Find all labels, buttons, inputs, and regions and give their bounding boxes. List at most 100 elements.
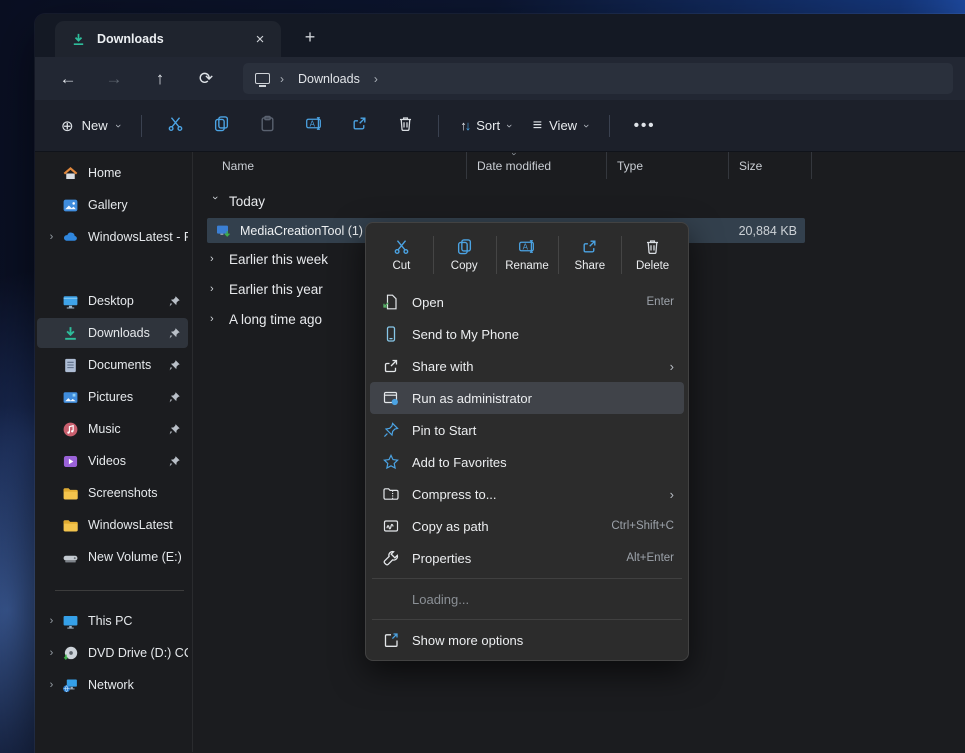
chevron-right-icon[interactable]: › — [44, 679, 59, 691]
sidebar-item-this-pc[interactable]: › This PC — [37, 606, 188, 636]
share-command-label: Share — [574, 260, 605, 272]
sidebar-item-windowslatest-folder[interactable]: WindowsLatest — [37, 510, 188, 540]
sidebar-item-network[interactable]: › Network — [37, 670, 188, 700]
breadcrumb-downloads[interactable]: Downloads — [294, 69, 364, 89]
column-header-date-modified[interactable]: › Date modified — [467, 152, 607, 179]
menu-item-show-more-options[interactable]: Show more options — [370, 624, 684, 656]
menu-item-open[interactable]: Open Enter — [370, 286, 684, 318]
sidebar-item-label: Downloads — [88, 326, 168, 340]
new-button[interactable]: ⊕ New › — [49, 109, 131, 143]
sidebar-item-documents[interactable]: Documents — [37, 350, 188, 380]
pictures-icon — [62, 389, 79, 406]
chevron-right-icon[interactable]: › — [44, 231, 59, 243]
sidebar-item-new-volume-e[interactable]: New Volume (E:) — [37, 542, 188, 572]
folder-icon — [62, 485, 79, 502]
run-as-administrator-icon — [382, 389, 400, 407]
menu-item-label: Show more options — [412, 633, 674, 648]
sidebar-item-label: Music — [88, 422, 168, 436]
sort-button[interactable]: ↑↓ Sort › — [449, 109, 522, 143]
forward-button[interactable]: → — [91, 62, 137, 96]
share-button[interactable] — [336, 109, 382, 143]
menu-item-label: Loading... — [412, 592, 674, 607]
pin-icon — [168, 423, 181, 436]
monitor-icon — [255, 73, 270, 84]
sidebar-item-label: Videos — [88, 454, 168, 468]
paste-button[interactable] — [244, 109, 290, 143]
delete-icon — [397, 115, 414, 137]
sidebar-item-label: DVD Drive (D:) CCC — [88, 646, 188, 660]
tab-downloads[interactable]: Downloads × — [55, 21, 281, 57]
sidebar-item-windowslatest-onedrive[interactable]: › WindowsLatest - Pe — [37, 222, 188, 252]
menu-item-shortcut: Alt+Enter — [626, 552, 674, 564]
tab-bar: Downloads × + — [35, 14, 965, 57]
sidebar-item-videos[interactable]: Videos — [37, 446, 188, 476]
group-header-today[interactable]: › Today — [193, 188, 965, 214]
cut-command-label: Cut — [392, 260, 410, 272]
menu-item-share-with[interactable]: Share with › — [370, 350, 684, 382]
delete-command[interactable]: Delete — [621, 227, 684, 283]
rename-command-label: Rename — [505, 260, 548, 272]
column-header-type[interactable]: Type — [607, 152, 729, 179]
delete-command-label: Delete — [636, 260, 669, 272]
address-bar[interactable]: › Downloads › — [243, 63, 953, 94]
cut-button[interactable] — [152, 109, 198, 143]
menu-item-copy-as-path[interactable]: Copy as path Ctrl+Shift+C — [370, 510, 684, 542]
sidebar-item-label: Documents — [88, 358, 168, 372]
sidebar-item-gallery[interactable]: Gallery — [37, 190, 188, 220]
navigation-bar: ← → ↑ ⟳ › Downloads › — [35, 57, 965, 100]
ellipsis-icon: ••• — [634, 117, 656, 134]
menu-item-pin-to-start[interactable]: Pin to Start — [370, 414, 684, 446]
column-header-name[interactable]: Name — [193, 152, 467, 179]
cut-command[interactable]: Cut — [370, 227, 433, 283]
rename-command[interactable]: A Rename — [496, 227, 559, 283]
copy-button[interactable] — [198, 109, 244, 143]
plus-circle-icon: ⊕ — [61, 117, 74, 135]
menu-item-add-to-favorites[interactable]: Add to Favorites — [370, 446, 684, 478]
wrench-icon — [382, 549, 400, 567]
menu-item-label: Open — [412, 295, 635, 310]
share-command[interactable]: Share — [558, 227, 621, 283]
column-headers: Name › Date modified Type Size — [193, 152, 965, 179]
navigation-pane: Home Gallery › WindowsLatest - Pe Deskto… — [35, 152, 192, 752]
menu-item-compress-to[interactable]: Compress to... › — [370, 478, 684, 510]
file-name: MediaCreationTool (1) — [240, 224, 363, 238]
chevron-down-icon: › — [209, 196, 221, 206]
chevron-right-icon: › — [374, 72, 378, 86]
context-menu-command-row: Cut Copy A Rename Share Delete — [370, 227, 684, 283]
chevron-right-icon[interactable]: › — [44, 647, 59, 659]
refresh-icon: ⟳ — [199, 69, 213, 89]
delete-button[interactable] — [382, 109, 428, 143]
svg-text:A: A — [309, 119, 315, 128]
more-options-button[interactable]: ••• — [620, 117, 670, 134]
column-label: Size — [739, 159, 762, 173]
sidebar-item-dvd-drive[interactable]: › DVD Drive (D:) CCC — [37, 638, 188, 668]
sidebar-item-pictures[interactable]: Pictures — [37, 382, 188, 412]
chevron-right-icon: › — [210, 283, 220, 295]
new-tab-button[interactable]: + — [295, 22, 325, 52]
sidebar-item-home[interactable]: Home — [37, 158, 188, 188]
sidebar-item-screenshots[interactable]: Screenshots — [37, 478, 188, 508]
view-button[interactable]: ≡ View › — [522, 109, 599, 143]
back-button[interactable]: ← — [45, 62, 91, 96]
chevron-right-icon[interactable]: › — [44, 615, 59, 627]
plus-icon: + — [305, 27, 316, 48]
rename-button[interactable]: A — [290, 109, 336, 143]
share-icon — [351, 115, 368, 137]
refresh-button[interactable]: ⟳ — [183, 62, 229, 96]
toolbar-divider — [609, 115, 610, 137]
compress-icon — [382, 485, 400, 503]
sort-direction-icon: › — [510, 153, 520, 156]
copy-command[interactable]: Copy — [433, 227, 496, 283]
menu-item-send-to-my-phone[interactable]: Send to My Phone — [370, 318, 684, 350]
toolbar-divider — [438, 115, 439, 137]
sidebar-item-downloads[interactable]: Downloads — [37, 318, 188, 348]
sidebar-item-music[interactable]: Music — [37, 414, 188, 444]
up-button[interactable]: ↑ — [137, 62, 183, 96]
close-icon[interactable]: × — [247, 27, 273, 51]
documents-icon — [62, 357, 79, 374]
menu-item-properties[interactable]: Properties Alt+Enter — [370, 542, 684, 574]
open-icon — [382, 293, 400, 311]
menu-item-run-as-administrator[interactable]: Run as administrator — [370, 382, 684, 414]
sidebar-item-desktop[interactable]: Desktop — [37, 286, 188, 316]
column-header-size[interactable]: Size — [729, 152, 812, 179]
